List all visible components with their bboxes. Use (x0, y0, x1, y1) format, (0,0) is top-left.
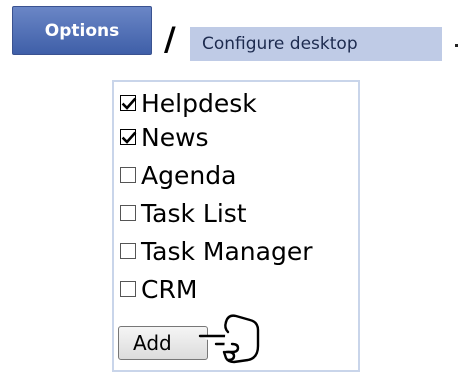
checkmark-icon (121, 131, 137, 144)
checkbox-label: Helpdesk (141, 88, 257, 118)
options-button[interactable]: Options (12, 6, 152, 55)
add-button[interactable]: Add (118, 326, 208, 360)
checkbox-label: Agenda (141, 160, 237, 190)
checkbox-label: News (141, 122, 209, 152)
checkbox-news[interactable] (120, 129, 137, 145)
checkbox-row-helpdesk[interactable]: Helpdesk (120, 88, 257, 118)
breadcrumb-dot (455, 44, 458, 47)
hand-pointer-icon (198, 314, 260, 364)
configure-desktop-screen: Options / Configure desktop Helpdesk New… (0, 0, 461, 372)
checkbox-row-agenda[interactable]: Agenda (120, 160, 236, 190)
checkbox-agenda[interactable] (120, 167, 136, 183)
checkbox-crm[interactable] (120, 281, 136, 297)
checkbox-row-task-list[interactable]: Task List (120, 198, 247, 228)
checkbox-label: CRM (141, 274, 198, 304)
checkbox-label: Task Manager (141, 236, 313, 266)
checkbox-task-manager[interactable] (120, 243, 136, 259)
checkmark-icon (121, 97, 137, 110)
breadcrumb-configure-desktop[interactable]: Configure desktop (190, 27, 442, 61)
checkbox-task-list[interactable] (120, 205, 136, 221)
breadcrumb-separator: / (164, 20, 176, 58)
checkbox-row-news[interactable]: News (120, 122, 209, 152)
checkbox-label: Task List (141, 198, 247, 228)
checkbox-helpdesk[interactable] (120, 95, 137, 111)
checkbox-row-crm[interactable]: CRM (120, 274, 197, 304)
checkbox-row-task-manager[interactable]: Task Manager (120, 236, 312, 266)
